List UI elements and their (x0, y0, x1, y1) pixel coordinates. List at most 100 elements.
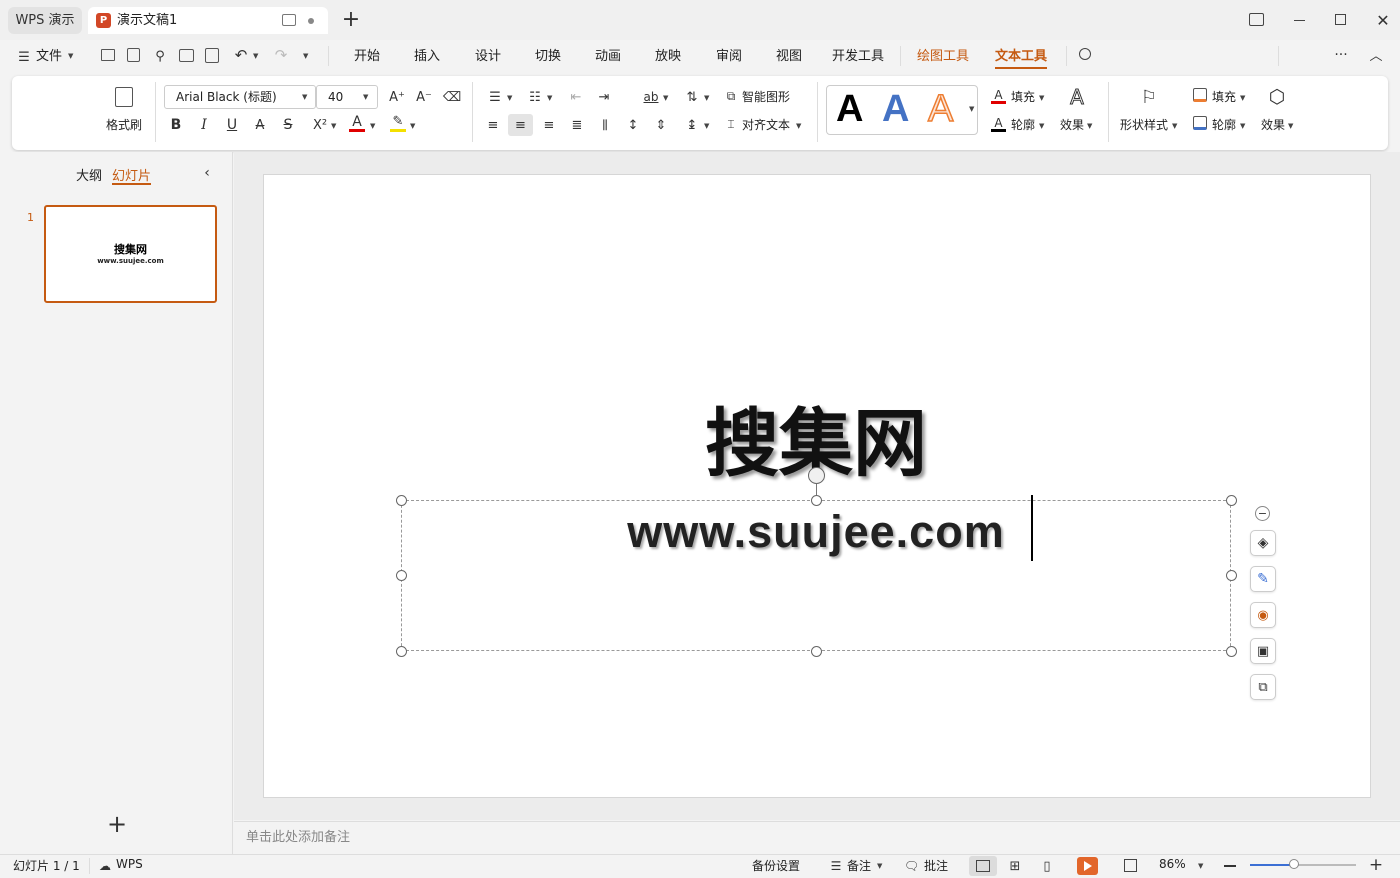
close-icon[interactable]: ✕ (1375, 10, 1391, 30)
increase-indent-icon[interactable]: ⇥ (595, 88, 613, 106)
increase-font-icon[interactable]: A⁺ (388, 88, 406, 106)
zoom-slider-thumb[interactable] (1289, 859, 1299, 869)
undo-icon[interactable]: ↶ (233, 46, 249, 64)
file-menu[interactable]: 文件 (36, 47, 62, 67)
wps-cloud-icon[interactable]: ☁ (98, 857, 112, 875)
zoom-level[interactable]: 86% (1159, 857, 1186, 871)
window-layout-icon[interactable] (1249, 13, 1264, 26)
comments-label[interactable]: 批注 (924, 857, 948, 874)
align-text-chevron-icon[interactable]: ▼ (796, 122, 801, 130)
tab-developer[interactable]: 开发工具 (832, 47, 884, 67)
font-name-select[interactable]: Arial Black (标题) (164, 85, 316, 109)
slide-subtitle[interactable]: www.suujee.com (401, 503, 1231, 561)
tab-insert[interactable]: 插入 (414, 47, 440, 67)
text-direction-chevron-icon[interactable]: ▼ (663, 94, 668, 102)
collapse-panel-icon[interactable]: ‹ (200, 164, 214, 182)
align-text-label[interactable]: 对齐文本 (742, 117, 790, 133)
paragraph-spacing-icon[interactable]: ↨ (683, 116, 701, 134)
numbered-list-icon[interactable]: ☷ (526, 88, 544, 106)
shape-effect-label[interactable]: 效果 (1261, 117, 1285, 133)
text-style-blue[interactable]: A (882, 86, 909, 132)
shape-effect-float-icon[interactable]: ⧉ (1250, 674, 1276, 700)
app-tab[interactable]: WPS 演示 (8, 7, 82, 34)
maximize-icon[interactable] (1335, 14, 1346, 25)
distribute-icon[interactable]: ⫼ (596, 116, 614, 134)
bold-icon[interactable]: B (168, 116, 184, 134)
text-effect-chevron-icon[interactable]: ▼ (1087, 122, 1092, 130)
search-icon[interactable] (1079, 48, 1091, 60)
numbered-chevron-icon[interactable]: ▼ (547, 94, 552, 102)
slides-tab[interactable]: 幻灯片 (112, 165, 152, 185)
text-effect-label[interactable]: 效果 (1060, 117, 1084, 133)
text-style-black[interactable]: A (836, 86, 863, 132)
align-left-icon[interactable]: ≡ (484, 116, 502, 134)
font-name-chevron-icon[interactable]: ▼ (302, 93, 307, 101)
resize-handle-e[interactable] (1226, 570, 1237, 581)
decrease-font-icon[interactable]: A⁻ (415, 88, 433, 106)
resize-handle-nw[interactable] (396, 495, 407, 506)
outline-tab[interactable]: 大纲 (76, 165, 102, 184)
font-size-select[interactable]: 40 (316, 85, 378, 109)
format-painter-quick-icon[interactable]: ⚲ (152, 47, 168, 65)
sort-icon[interactable]: ⇅ (683, 88, 701, 106)
shape-style-chevron-icon[interactable]: ▼ (1172, 122, 1177, 130)
fill-bucket-icon[interactable]: ◉ (1250, 602, 1276, 628)
collapse-tools-icon[interactable]: − (1255, 506, 1270, 521)
font-color-chevron-icon[interactable]: ▼ (370, 122, 375, 130)
sort-chevron-icon[interactable]: ▼ (704, 94, 709, 102)
tab-home[interactable]: 开始 (354, 47, 380, 67)
shape-fill-label[interactable]: 填充 (1212, 89, 1236, 105)
tab-animation[interactable]: 动画 (595, 47, 621, 67)
text-effect-icon[interactable]: A (1066, 85, 1088, 110)
format-painter-label[interactable]: 格式刷 (106, 117, 142, 133)
screen-icon[interactable] (282, 14, 296, 26)
file-chevron-icon[interactable]: ▼ (68, 52, 73, 60)
backup-settings[interactable]: 备份设置 (752, 857, 800, 874)
unsaved-dot-icon[interactable] (308, 18, 314, 24)
open-icon[interactable] (101, 49, 115, 61)
slide-thumbnail[interactable]: 搜集网 www.suujee.com (44, 205, 217, 303)
shape-style-icon[interactable]: ⚐ (1138, 86, 1160, 108)
paragraph-spacing-chevron-icon[interactable]: ▼ (704, 122, 709, 130)
tab-slideshow[interactable]: 放映 (655, 47, 681, 67)
shape-outline-icon[interactable] (1193, 116, 1207, 130)
highlight-icon[interactable]: ✎ (390, 114, 406, 132)
redo-icon[interactable]: ↷ (273, 46, 289, 64)
align-center-icon[interactable]: ≡ (508, 114, 533, 136)
justify-icon[interactable]: ≣ (568, 116, 586, 134)
shape-outline-label[interactable]: 轮廓 (1212, 117, 1236, 133)
minimize-icon[interactable] (1294, 20, 1305, 21)
align-right-icon[interactable]: ≡ (540, 116, 558, 134)
resize-handle-n[interactable] (811, 495, 822, 506)
superscript-icon[interactable]: X² (310, 116, 330, 134)
strikethrough-icon[interactable]: A (252, 116, 268, 134)
zoom-chevron-icon[interactable]: ▼ (1198, 862, 1203, 870)
smart-art-label[interactable]: 智能图形 (742, 89, 790, 105)
tab-text-tools[interactable]: 文本工具 (995, 47, 1048, 69)
normal-view-icon[interactable] (976, 860, 990, 872)
text-style-more-icon[interactable]: ▼ (969, 105, 974, 113)
shape-style-label[interactable]: 形状样式 (1120, 117, 1168, 133)
align-text-icon[interactable]: ⌶ (723, 116, 739, 132)
shape-effect-icon[interactable]: ⬡ (1266, 86, 1288, 108)
add-slide-icon[interactable]: + (106, 812, 128, 836)
shape-fill-icon[interactable] (1193, 88, 1207, 102)
highlight-chevron-icon[interactable]: ▼ (410, 122, 415, 130)
shape-outline-chevron-icon[interactable]: ▼ (1240, 122, 1245, 130)
reading-view-icon[interactable]: ▯ (1039, 857, 1055, 875)
more-quick-icon[interactable]: ▼ (303, 52, 308, 60)
shape-effect-chevron-icon[interactable]: ▼ (1288, 122, 1293, 130)
text-outline-chevron-icon[interactable]: ▼ (1039, 122, 1044, 130)
bullet-list-icon[interactable]: ☰ (486, 88, 504, 106)
slide-sorter-icon[interactable]: ⊞ (1007, 857, 1023, 875)
notes-area[interactable]: 单击此处添加备注 (234, 821, 1400, 854)
resize-handle-s[interactable] (811, 646, 822, 657)
font-color-icon[interactable]: A (349, 114, 365, 132)
notes-chevron-icon[interactable]: ▼ (877, 862, 882, 870)
line-spacing-up-icon[interactable]: ↕ (624, 116, 642, 134)
text-direction-icon[interactable]: ab (642, 88, 660, 106)
outline-box-icon[interactable]: ▣ (1250, 638, 1276, 664)
text-outline-icon[interactable]: A (991, 116, 1006, 132)
text-fill-chevron-icon[interactable]: ▼ (1039, 94, 1044, 102)
tab-review[interactable]: 审阅 (716, 47, 742, 67)
